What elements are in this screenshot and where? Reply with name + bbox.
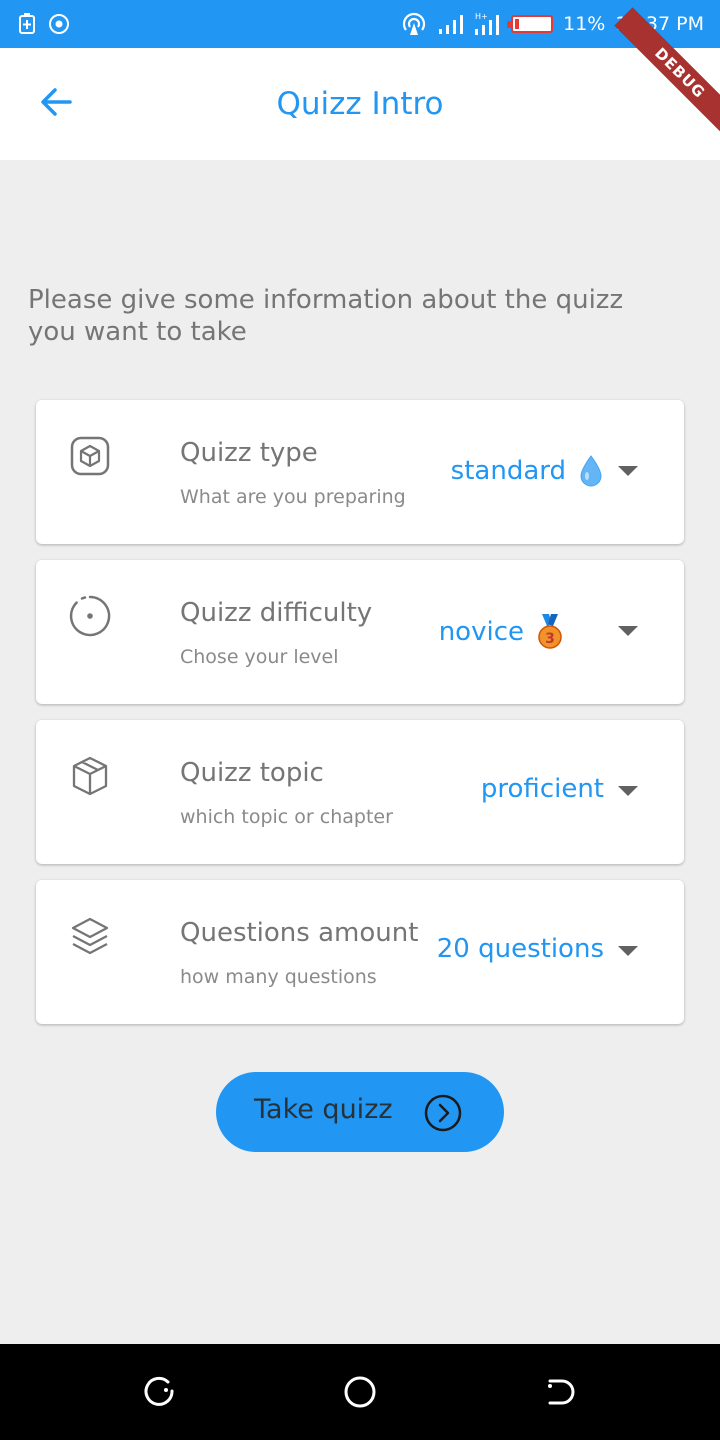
chevron-down-icon[interactable] [618,786,638,796]
chevron-down-icon[interactable] [618,946,638,956]
svg-text:H+: H+ [475,12,488,21]
back-button[interactable] [28,74,84,130]
option-title: Quizz type [180,438,318,468]
option-title: Questions amount [180,918,419,948]
status-bar: H+ 11% 12:37 PM [0,0,720,48]
option-value-text: novice [438,617,524,647]
chevron-down-icon[interactable] [618,466,638,476]
option-value-text: proficient [480,774,604,804]
bronze-medal-icon: 3 [538,614,562,649]
signal-icon [439,15,464,34]
droplet-icon [580,455,602,487]
option-card-quizz-difficulty[interactable]: Quizz difficulty Chose your level novice… [36,560,684,704]
chevron-right-circle-icon [424,1094,462,1132]
option-value-text: 20 questions [436,934,604,964]
sync-icon [49,14,69,34]
page-title: Quizz Intro [276,86,444,122]
arrow-back-icon [41,88,72,116]
intro-text: Please give some information about the q… [28,285,624,347]
recent-apps-icon[interactable] [140,1372,180,1412]
app-bar: Quizz Intro [0,48,720,160]
option-subtitle: What are you preparing [180,486,406,508]
data-signal-icon: H+ [475,12,500,35]
take-quizz-button[interactable]: Take quizz [216,1072,504,1152]
battery-percent: 11% [563,13,606,35]
option-title: Quizz difficulty [180,598,373,628]
option-subtitle: which topic or chapter [180,806,393,828]
option-value-text: standard [450,456,566,486]
hotspot-icon [403,12,426,35]
option-card-quizz-type[interactable]: Quizz type What are you preparing standa… [36,400,684,544]
option-title: Quizz topic [180,758,324,788]
option-subtitle: how many questions [180,966,377,988]
box-icon [72,756,108,796]
battery-saver-icon [19,13,35,34]
system-nav-bar [0,1344,720,1440]
option-value[interactable]: 20 questions [437,934,604,964]
option-value[interactable]: standard [451,454,604,488]
cube-icon [70,436,110,476]
option-value[interactable]: novice 3 [439,614,564,650]
back-nav-icon[interactable] [540,1372,580,1412]
option-card-quizz-topic[interactable]: Quizz topic which topic or chapter profi… [36,720,684,864]
layers-icon [71,917,109,955]
option-subtitle: Chose your level [180,646,339,668]
battery-icon [507,15,554,33]
target-icon [69,595,111,637]
option-value[interactable]: proficient [481,774,604,804]
take-quizz-label: Take quizz [254,1094,393,1125]
home-icon[interactable] [340,1372,380,1412]
svg-text:3: 3 [545,631,555,647]
chevron-down-icon[interactable] [618,626,638,636]
option-card-questions-amount[interactable]: Questions amount how many questions 20 q… [36,880,684,1024]
